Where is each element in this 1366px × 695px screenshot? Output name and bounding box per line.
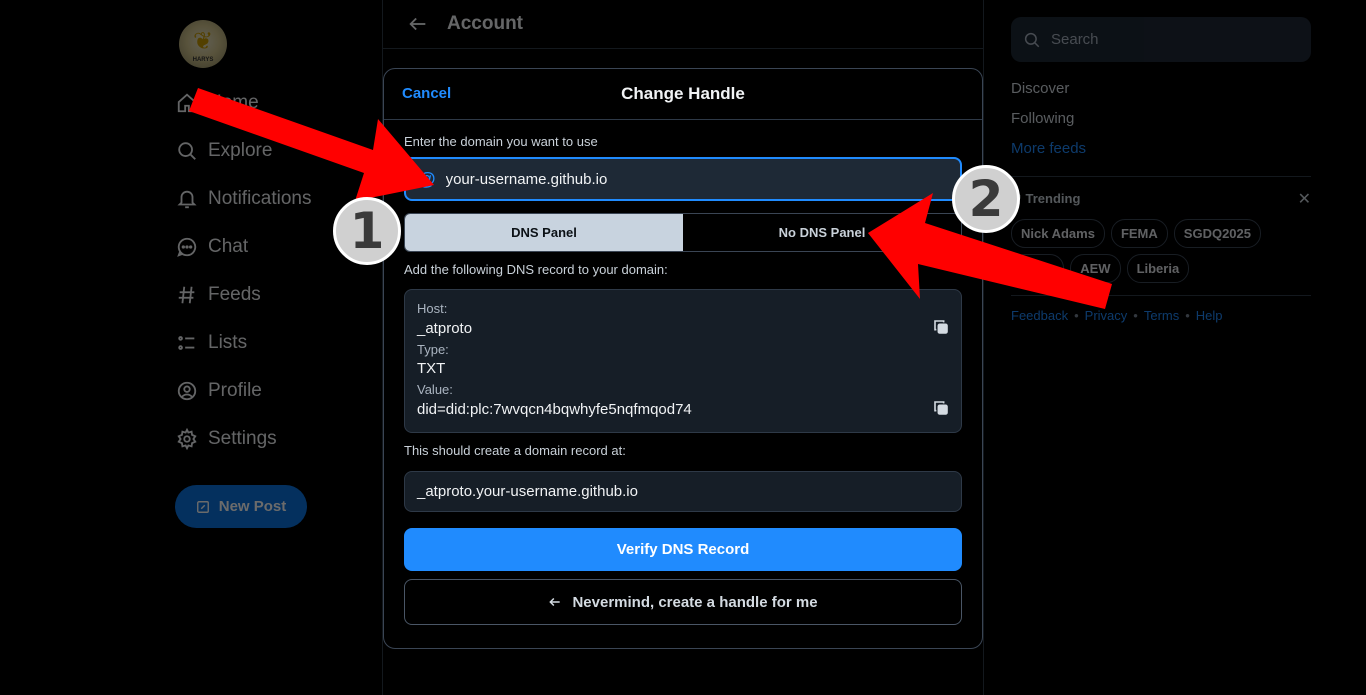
nav-item-explore[interactable]: Explore (175, 136, 375, 166)
host-value: _atproto (417, 320, 473, 337)
copy-icon[interactable] (933, 400, 949, 416)
trending-chip[interactable]: FEMA (1110, 219, 1168, 248)
footer-link-help[interactable]: Help (1196, 308, 1223, 323)
search-placeholder: Search (1051, 31, 1099, 48)
record-label: This should create a domain record at: (404, 443, 626, 458)
list-icon (178, 336, 195, 350)
separator: • (1133, 308, 1138, 323)
nav-item-label: Feeds (208, 284, 261, 305)
feed-link-following[interactable]: Following (1011, 104, 1311, 134)
nav-item-settings[interactable]: Settings (175, 424, 375, 454)
dns-record-box: Host: _atproto Type: TXT Value: did=did:… (404, 289, 962, 433)
trending-chip[interactable]: SGDQ2025 (1173, 219, 1261, 248)
verify-dns-button[interactable]: Verify DNS Record (404, 528, 962, 571)
trending-chip[interactable]: Duffy (1011, 254, 1065, 283)
avatar-label: HARYS (192, 57, 214, 63)
separator: • (1074, 308, 1079, 323)
nav-item-home[interactable]: Home (175, 88, 375, 118)
dns-instructions: Add the following DNS record to your dom… (404, 262, 668, 277)
right-sidebar: Search Discover Following More feeds ↗ T… (1011, 17, 1311, 323)
nav-item-profile[interactable]: Profile (175, 376, 375, 406)
nav-item-label: Profile (208, 380, 262, 401)
feed-links: Discover Following More feeds (1011, 74, 1311, 164)
value-value: did=did:plc:7wvqcn4bqwhyfe5nqfmqod74 (417, 401, 692, 418)
hash-icon (178, 286, 195, 304)
footer-link-feedback[interactable]: Feedback (1011, 308, 1068, 323)
nevermind-button[interactable]: Nevermind, create a handle for me (404, 579, 962, 625)
more-feeds-link[interactable]: More feeds (1011, 134, 1311, 164)
step-2-badge: 2 (952, 165, 1020, 233)
copy-icon[interactable] (933, 319, 949, 335)
new-post-button[interactable]: New Post (175, 485, 307, 528)
nav-item-label: Lists (208, 332, 248, 353)
divider (1011, 176, 1311, 177)
new-post-label: New Post (218, 498, 287, 515)
footer-link-terms[interactable]: Terms (1144, 308, 1179, 323)
nav-item-feeds[interactable]: Feeds (175, 280, 375, 310)
compose-icon (196, 500, 209, 513)
type-value: TXT (417, 360, 446, 377)
separator: • (1185, 308, 1190, 323)
value-label: Value: (417, 382, 453, 397)
arrow-left-icon (549, 597, 561, 607)
search-icon (1024, 32, 1040, 47)
trending-chip[interactable]: AEW (1070, 254, 1121, 283)
center-header: Account (383, 0, 983, 49)
dialog-title: Change Handle (621, 84, 745, 103)
at-sign-icon: @ (418, 168, 436, 189)
trending-title: ↗ Trending (1011, 191, 1080, 207)
home-icon (177, 93, 197, 113)
search-icon (178, 142, 196, 160)
avatar[interactable]: ❦ HARYS (179, 20, 227, 68)
trending-header: ↗ Trending ✕ (1011, 189, 1311, 209)
trending-chips: Nick Adams FEMA SGDQ2025 Duffy AEW Liber… (1011, 219, 1311, 283)
step-1-badge: 1 (333, 197, 401, 265)
dns-mode-toggle: DNS Panel No DNS Panel (404, 213, 962, 252)
close-icon[interactable]: ✕ (1298, 189, 1311, 209)
nevermind-label: Nevermind, create a handle for me (572, 593, 818, 611)
trending-chip[interactable]: Liberia (1126, 254, 1190, 283)
back-arrow-icon[interactable] (407, 13, 429, 35)
footer-links: Feedback • Privacy • Terms • Help (1011, 308, 1311, 323)
change-handle-dialog: Cancel Change Handle Enter the domain yo… (383, 68, 983, 649)
dialog-header: Cancel Change Handle (384, 69, 982, 120)
handle-input[interactable] (445, 170, 926, 188)
trending-chip[interactable]: Nick Adams (1011, 219, 1105, 248)
nav-item-label: Explore (208, 140, 273, 161)
user-circle-icon (177, 381, 197, 401)
avatar-logo-icon: ❦ (192, 27, 214, 55)
tab-no-dns-panel[interactable]: No DNS Panel (683, 214, 961, 251)
page-title: Account (447, 13, 523, 34)
type-label: Type: (417, 342, 449, 357)
trending-title-label: Trending (1025, 191, 1081, 206)
nav-item-label: Settings (208, 428, 277, 449)
divider (1011, 295, 1311, 296)
domain-label: Enter the domain you want to use (404, 134, 598, 149)
search-input[interactable]: Search (1011, 17, 1311, 62)
nav-item-lists[interactable]: Lists (175, 328, 375, 358)
bell-icon (177, 190, 197, 209)
record-value-field: _atproto.your-username.github.io (404, 471, 962, 512)
host-label: Host: (417, 301, 448, 316)
nav-item-label: Notifications (208, 188, 312, 209)
chat-icon (177, 237, 197, 257)
gear-icon (177, 428, 197, 450)
nav-item-label: Home (208, 92, 259, 113)
nav-item-label: Chat (208, 236, 249, 257)
footer-link-privacy[interactable]: Privacy (1085, 308, 1128, 323)
handle-field[interactable]: @ (404, 157, 962, 201)
tab-dns-panel[interactable]: DNS Panel (405, 214, 683, 251)
feed-link-discover[interactable]: Discover (1011, 74, 1311, 104)
